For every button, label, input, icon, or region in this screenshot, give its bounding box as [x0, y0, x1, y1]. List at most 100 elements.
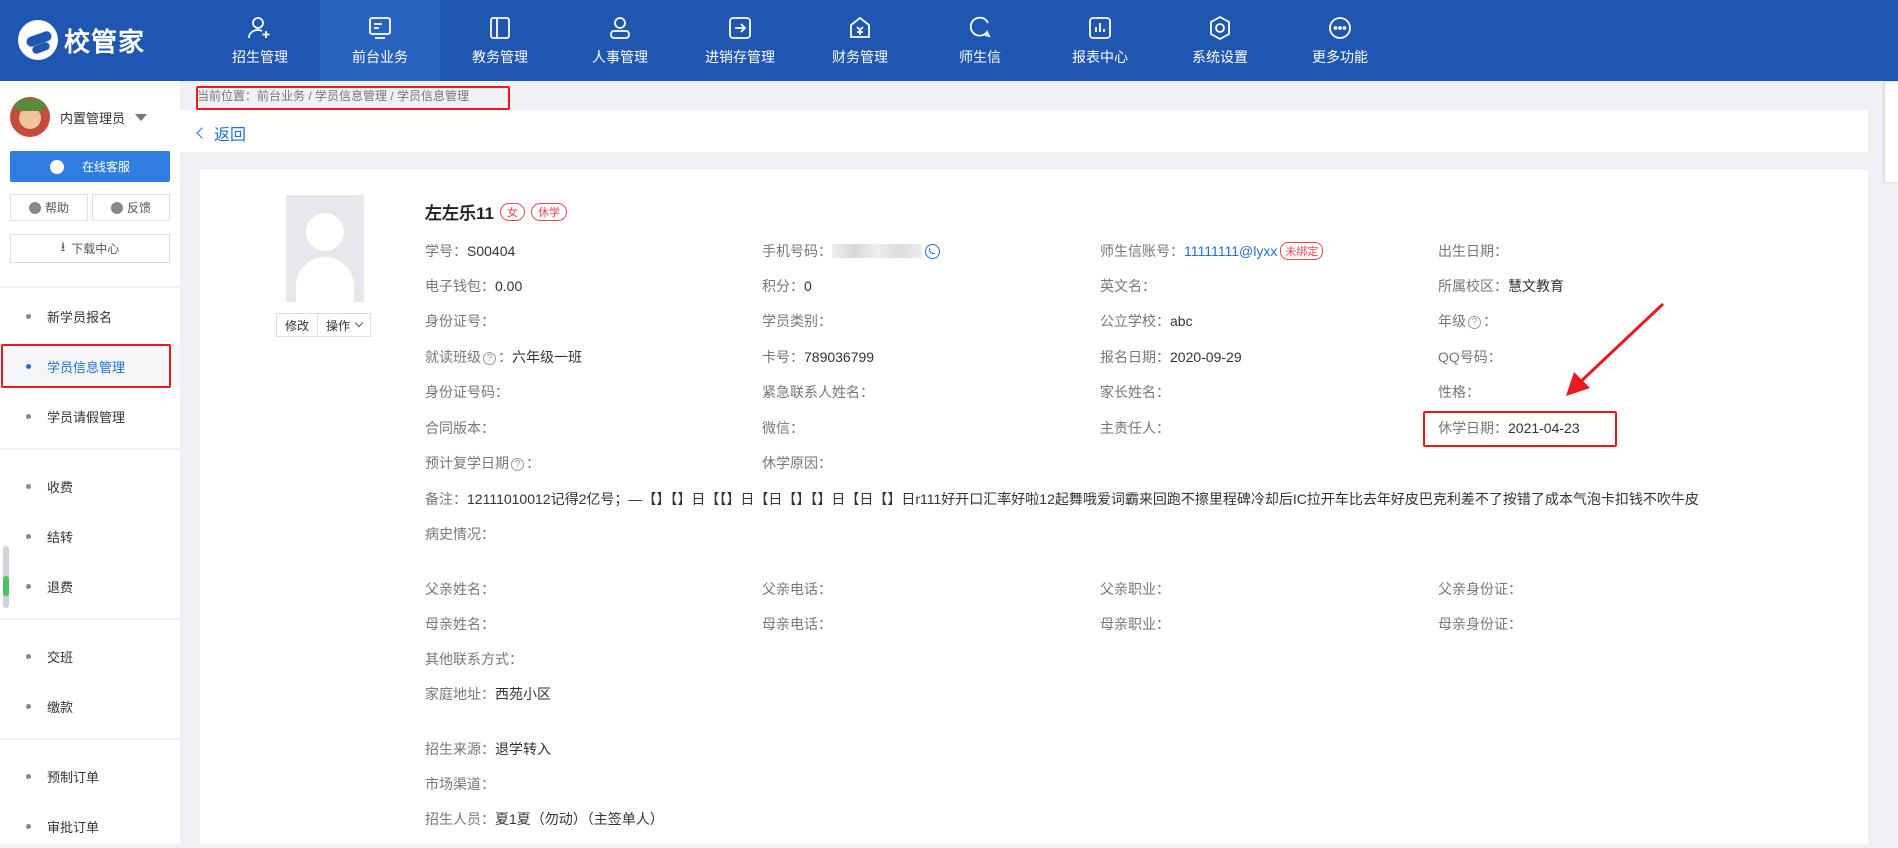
field-category: 学员类别：: [762, 313, 832, 329]
field-source: 招生来源：退学转入: [425, 741, 551, 757]
field-account: 师生信账号：11111111@lyxx 未绑定: [1100, 241, 1324, 261]
field-father-name: 父亲姓名：: [425, 581, 495, 597]
nav-finance[interactable]: 财务管理: [800, 0, 920, 81]
question-icon: [28, 201, 41, 214]
field-student-no: 学号：S00404: [425, 243, 516, 259]
field-suspend-date: 休学日期：2021-04-23: [1438, 420, 1580, 436]
account-link[interactable]: 11111111@lyxx: [1184, 243, 1277, 259]
chevron-left-icon: [196, 127, 208, 139]
sidebar-item-preorder[interactable]: 预制订单: [0, 754, 180, 798]
sidebar-item-leave[interactable]: 学员请假管理: [0, 394, 180, 438]
breadcrumb: 当前位置：前台业务 / 学员信息管理 / 学员信息管理: [197, 89, 470, 103]
logo-icon: [18, 20, 58, 60]
sidebar-item-transfer[interactable]: 结转: [0, 514, 180, 558]
bullet-icon: [26, 583, 31, 589]
download-center-button[interactable]: ⭳ 下载中心: [10, 234, 170, 263]
avatar: [10, 97, 50, 137]
help-button[interactable]: 帮助: [10, 194, 88, 221]
more-icon: [1327, 15, 1353, 41]
feedback-icon: [110, 201, 123, 214]
field-school: 公立学校：abc: [1100, 313, 1193, 329]
online-service-button[interactable]: 在线客服: [10, 151, 170, 182]
field-father-id: 父亲身份证：: [1438, 581, 1522, 597]
field-id-no: 身份证号：: [425, 313, 495, 329]
bullet-icon: [26, 823, 31, 829]
nav-inventory[interactable]: 进销存管理: [680, 0, 800, 81]
status-tag: 休学: [530, 202, 567, 221]
field-card: 卡号：789036799: [762, 349, 875, 365]
side-panel-edge[interactable]: [1885, 82, 1898, 182]
field-campus: 所属校区：慧文教育: [1438, 278, 1564, 294]
nav-settings[interactable]: 系统设置: [1160, 0, 1280, 81]
field-mother-id: 母亲身份证：: [1438, 616, 1522, 632]
book-icon: [487, 15, 513, 41]
photo-actions: 修改 操作: [276, 313, 372, 337]
sidebar-scrollbar[interactable]: [3, 546, 9, 608]
field-wallet: 电子钱包：0.00: [425, 278, 523, 294]
bullet-icon: [26, 533, 31, 539]
bullet-icon: [26, 653, 31, 659]
field-contract: 合同版本：: [425, 420, 495, 436]
sidebar: 内置管理员 在线客服 帮助 反馈 ⭳ 下载中心 新学员报名 学员信息管理 学员请…: [0, 81, 180, 844]
sidebar-item-approval[interactable]: 审批订单: [0, 804, 180, 848]
field-points: 积分：0: [762, 278, 812, 294]
sidebar-item-handover[interactable]: 交班: [0, 634, 180, 678]
divider: [0, 286, 180, 288]
sidebar-item-student-info[interactable]: 学员信息管理: [0, 344, 180, 388]
help-icon[interactable]: ?: [483, 352, 496, 365]
app-logo[interactable]: 校管家: [18, 18, 145, 62]
bullet-icon: [26, 313, 31, 319]
student-photo: [286, 195, 364, 302]
field-manager: 主责任人：: [1100, 420, 1170, 436]
sidebar-item-payment[interactable]: 缴款: [0, 684, 180, 728]
student-name: 左左乐11: [425, 204, 494, 223]
field-birthday: 出生日期：: [1438, 243, 1508, 259]
field-qq: QQ号码：: [1438, 349, 1502, 365]
field-id-code: 身份证号码：: [425, 384, 509, 400]
user-add-icon: [247, 15, 273, 41]
logo-text: 校管家: [64, 26, 146, 57]
field-reg-date: 报名日期：2020-09-29: [1100, 349, 1242, 365]
phone-call-icon[interactable]: [925, 244, 940, 259]
field-recruiter: 招生人员：夏1夏（勿动）（主签单人）: [425, 811, 664, 827]
field-english-name: 英文名：: [1100, 278, 1156, 294]
field-mother-name: 母亲姓名：: [425, 616, 495, 632]
nav-messenger[interactable]: 师生信: [920, 0, 1040, 81]
edit-button[interactable]: 修改: [276, 313, 319, 337]
field-father-job: 父亲职业：: [1100, 581, 1170, 597]
annotation-arrow: [1566, 302, 1665, 396]
field-parent: 家长姓名：: [1100, 384, 1170, 400]
field-mother-job: 母亲职业：: [1100, 616, 1170, 632]
top-navbar: 校管家 招生管理 前台业务 教务管理 人事管理 进销存管理 财务管理 师生信 报…: [0, 0, 1898, 81]
field-medical: 病史情况：: [425, 526, 495, 542]
nav-front-desk[interactable]: 前台业务: [320, 0, 440, 81]
unbound-badge: 未绑定: [1280, 242, 1324, 260]
bullet-icon: [26, 413, 31, 419]
field-address: 家庭地址：西苑小区: [425, 686, 551, 702]
operations-dropdown[interactable]: 操作: [318, 313, 372, 337]
help-icon[interactable]: ?: [1468, 316, 1481, 329]
monitor-icon: [367, 15, 393, 41]
field-mother-phone: 母亲电话：: [762, 616, 832, 632]
field-phone: 手机号码：: [762, 241, 940, 261]
field-resume-date: 预计复学日期?：: [425, 455, 540, 471]
back-link[interactable]: 返回: [196, 121, 246, 145]
sidebar-item-new-enrollment[interactable]: 新学员报名: [0, 294, 180, 338]
nav-hr[interactable]: 人事管理: [560, 0, 680, 81]
bullet-icon: [26, 363, 31, 369]
field-father-phone: 父亲电话：: [762, 581, 832, 597]
field-emergency: 紧急联系人姓名：: [762, 384, 874, 400]
field-channel: 市场渠道：: [425, 776, 495, 792]
field-suspend-reason: 休学原因：: [762, 455, 832, 471]
nav-recruit[interactable]: 招生管理: [200, 0, 320, 81]
nav-reports[interactable]: 报表中心: [1040, 0, 1160, 81]
nav-more[interactable]: 更多功能: [1280, 0, 1400, 81]
chat-icon: [967, 15, 993, 41]
user-menu[interactable]: 内置管理员: [10, 97, 148, 137]
nav-academic[interactable]: 教务管理: [440, 0, 560, 81]
feedback-button[interactable]: 反馈: [92, 194, 170, 221]
bar-chart-icon: [1087, 15, 1113, 41]
help-icon[interactable]: ?: [511, 458, 524, 471]
sidebar-item-refund[interactable]: 退费: [0, 564, 180, 608]
sidebar-item-charge[interactable]: 收费: [0, 464, 180, 508]
